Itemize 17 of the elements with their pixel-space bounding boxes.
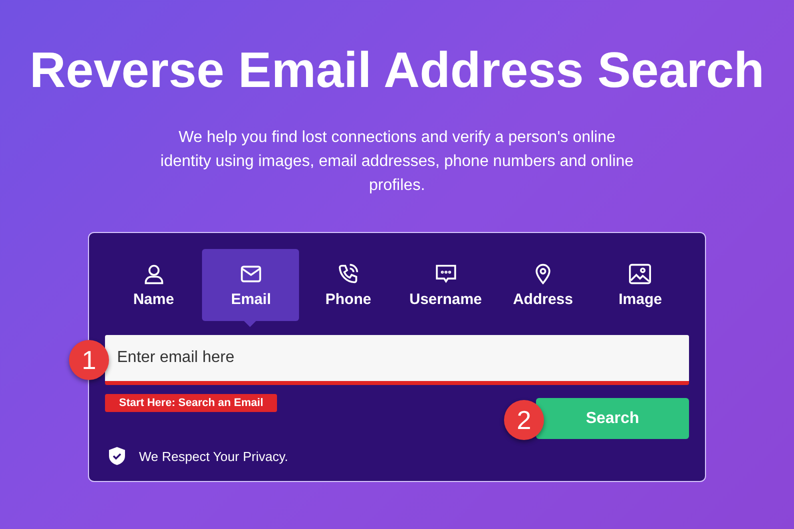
step-badge: 1 [69,340,109,380]
person-icon [142,262,165,284]
step-badge: 2 [504,400,544,440]
image-icon [628,262,652,284]
hint-tooltip: Start Here: Search an Email [105,394,278,412]
shield-check-icon [109,447,125,465]
privacy-note: We Respect Your Privacy. [139,448,288,464]
phone-icon [337,262,360,284]
chat-bubble-icon [434,262,457,284]
search-tab[interactable]: Image [592,249,689,321]
email-input-field[interactable]: Enter email here [105,335,689,385]
search-tab[interactable]: Name [105,249,202,321]
search-tab[interactable]: Address [494,249,592,321]
intro-text: We help you find lost connections and verify a person's online identity using images, email addresses, phone numbers and online profiles. [159,128,635,196]
search-tab[interactable]: Phone [300,249,397,321]
page-title: Reverse Email Address Search [30,41,764,100]
search-tab[interactable]: Username [397,249,494,321]
